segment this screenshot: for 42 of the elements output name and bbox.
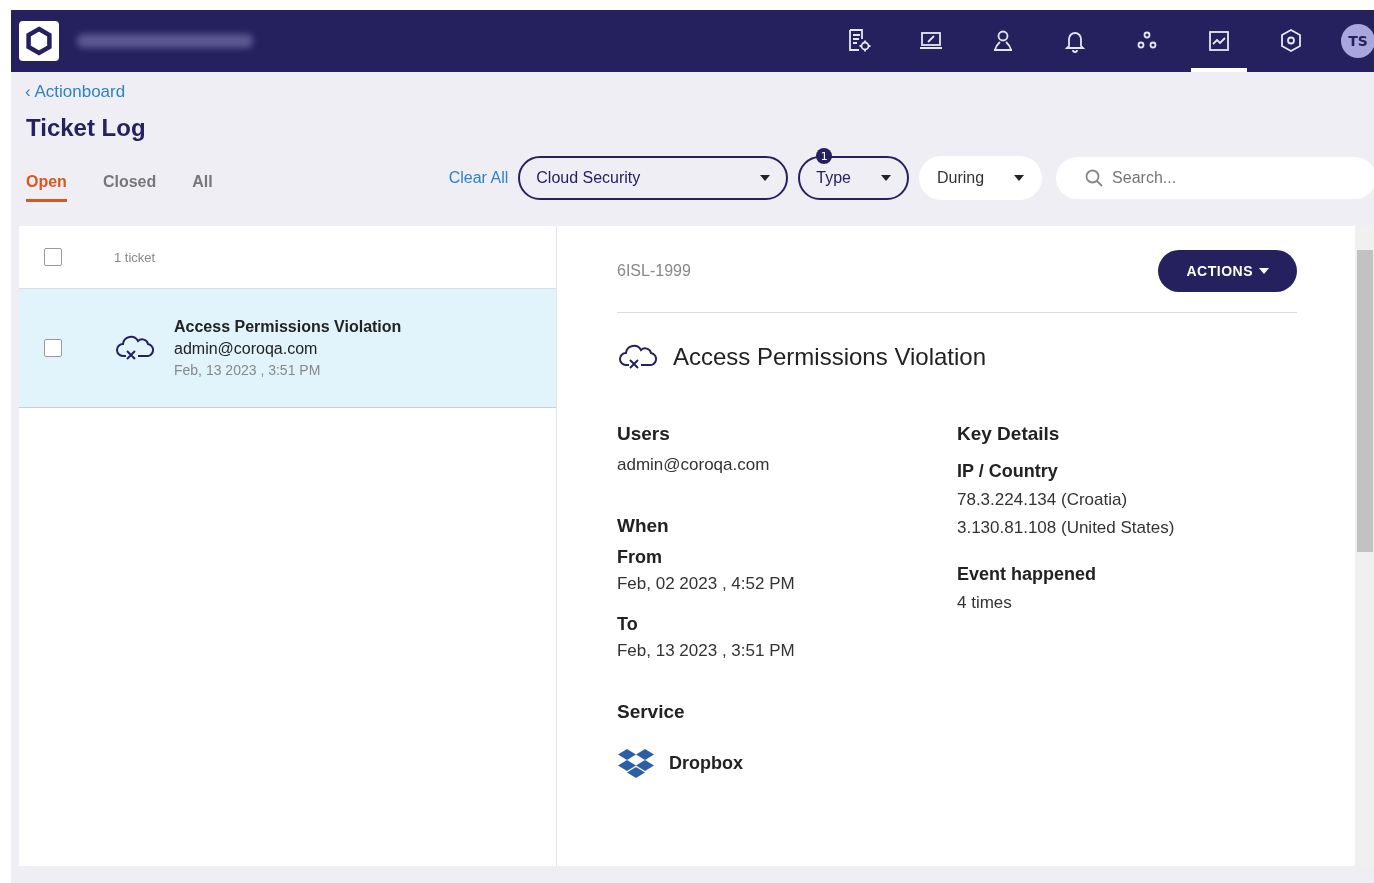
section-heading: Key Details <box>957 423 1061 445</box>
field-value: Feb, 02 2023 , 4:52 PM <box>617 574 796 594</box>
field-label: From <box>617 547 663 568</box>
back-link[interactable]: ‹ Actionboard <box>25 82 126 102</box>
service-name: Dropbox <box>669 752 743 774</box>
field-value: Feb, 13 2023 , 3:51 PM <box>617 641 796 661</box>
ticket-checkbox[interactable] <box>44 339 62 357</box>
ticket-title: Access Permissions Violation <box>174 318 402 336</box>
ticket-heading: Access Permissions Violation <box>673 343 986 371</box>
field-value: 78.3.224.134 (Croatia) <box>957 490 1129 510</box>
field-label: Event happened <box>957 564 1097 585</box>
field-label: IP / Country <box>957 461 1059 482</box>
count-badge: 1 <box>816 148 833 164</box>
field-value: admin@coroqa.com <box>617 455 771 475</box>
status-tab[interactable]: All <box>192 164 213 202</box>
field-label: To <box>617 614 639 635</box>
status-tab[interactable]: Closed <box>102 164 157 202</box>
dropbox-icon <box>617 747 655 779</box>
ticket-time: Feb, 13 2023 , 3:51 PM <box>174 362 322 378</box>
section-heading: Users <box>617 423 671 445</box>
ticket-id: 6ISL-1999 <box>617 262 691 280</box>
ticket-user: admin@coroqa.com <box>174 340 319 358</box>
caret-icon <box>760 175 771 181</box>
status-tab[interactable]: Open <box>26 164 67 202</box>
filter-dropdown[interactable]: During <box>918 156 1043 200</box>
filter-dropdown[interactable]: Cloud Security <box>518 156 789 200</box>
ticket-count: 1 ticket <box>114 249 156 265</box>
field-value: 3.130.81.108 (United States) <box>957 518 1176 538</box>
section-heading: Service <box>617 701 686 723</box>
search-field[interactable]: Search... <box>1056 157 1374 199</box>
ticket-row[interactable]: Access Permissions Violation admin@coroqa.com Feb, 13 2023 , 3:51 PM <box>19 289 556 408</box>
caret-icon <box>1014 175 1025 181</box>
user-avatar[interactable]: TS <box>1341 24 1374 58</box>
select-all-checkbox[interactable] <box>44 248 62 266</box>
logo-icon[interactable] <box>19 21 59 61</box>
actions-button[interactable]: ACTIONS <box>1158 250 1297 292</box>
section-heading: When <box>617 515 670 537</box>
caret-icon <box>1259 268 1269 274</box>
field-value: 4 times <box>957 593 1013 613</box>
caret-icon <box>880 175 891 181</box>
page-title: Ticket Log <box>26 114 147 142</box>
clear-all-link[interactable]: Clear All <box>448 169 509 187</box>
